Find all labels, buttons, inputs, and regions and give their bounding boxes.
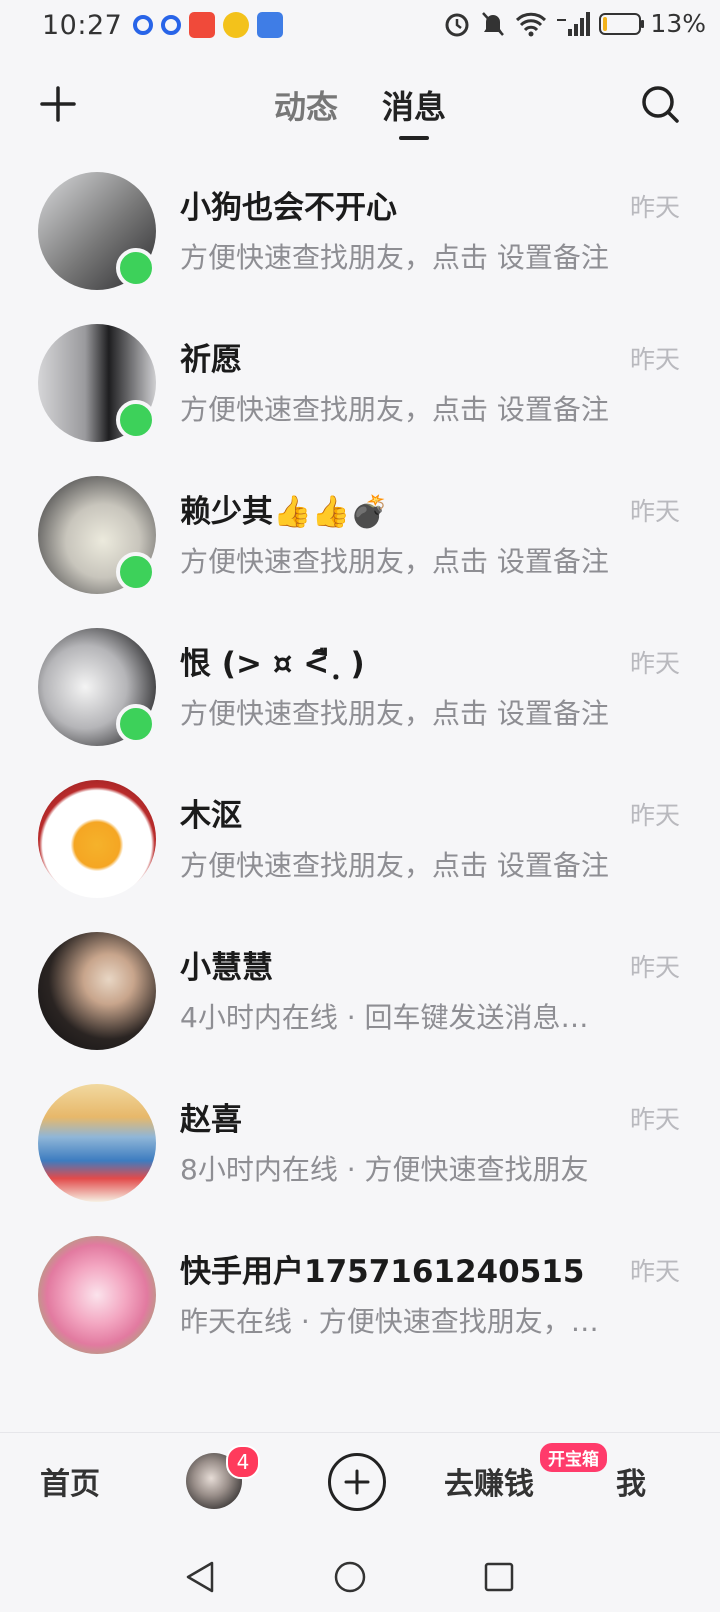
tab-bar: 动态 消息	[0, 82, 720, 140]
message-time: 昨天	[629, 193, 680, 222]
message-preview: 方便快速查找朋友，点击 设置备注	[180, 545, 609, 578]
avatar[interactable]	[38, 1084, 156, 1202]
system-status-icons: 13%	[443, 9, 706, 38]
message-preview: 4小时内在线 · 回车键发送消息…	[180, 1001, 589, 1034]
recents-icon[interactable]	[483, 1561, 515, 1593]
alarm-icon	[445, 13, 469, 36]
battery-level	[603, 16, 608, 31]
unread-badge: 4	[226, 1445, 260, 1479]
status-bar: 10:27 13%	[0, 0, 720, 56]
conversation-row[interactable]: 小慧慧 昨天 4小时内在线 · 回车键发送消息…	[0, 912, 720, 1064]
conversation-row[interactable]: 恨 (> ¤ <ื ฺ ) 昨天 方便快速查找朋友，点击 设置备注	[0, 608, 720, 760]
contact-name: 赵喜	[180, 1102, 242, 1138]
nav-home[interactable]: 首页	[40, 1459, 100, 1503]
tab-feed[interactable]: 动态	[274, 82, 338, 140]
online-indicator	[116, 248, 156, 288]
app-notification-icon	[189, 12, 215, 38]
battery-percent: 13%	[650, 9, 706, 38]
app-notification-icon	[257, 12, 283, 38]
signal-5g-icon	[557, 11, 591, 36]
avatar[interactable]	[38, 1236, 156, 1354]
message-time: 昨天	[629, 345, 680, 374]
conversation-row[interactable]: 快手用户1757161240515 昨天 昨天在线 · 方便快速查找朋友，…	[0, 1216, 720, 1368]
online-indicator	[116, 552, 156, 592]
avatar[interactable]	[38, 932, 156, 1050]
message-time: 昨天	[629, 1105, 680, 1134]
top-bar: 动态 消息	[0, 70, 720, 140]
contact-name: 赖少其👍👍💣	[180, 494, 389, 530]
message-time: 昨天	[629, 649, 680, 678]
message-preview: 方便快速查找朋友，点击 设置备注	[180, 241, 609, 274]
message-time: 昨天	[629, 801, 680, 830]
conversation-row[interactable]: 赵喜 昨天 8小时内在线 · 方便快速查找朋友	[0, 1064, 720, 1216]
message-preview: 8小时内在线 · 方便快速查找朋友	[180, 1153, 589, 1186]
treasure-chest-badge[interactable]: 开宝箱	[540, 1443, 607, 1472]
message-time: 昨天	[629, 497, 680, 526]
contact-name: 小狗也会不开心	[180, 190, 397, 226]
app-notification-icon	[133, 15, 153, 35]
status-time: 10:27	[42, 10, 123, 41]
notification-icons	[133, 12, 283, 38]
conversation-row[interactable]: 木沤 昨天 方便快速查找朋友，点击 设置备注	[0, 760, 720, 912]
search-icon[interactable]	[640, 84, 680, 124]
message-preview: 方便快速查找朋友，点击 设置备注	[180, 697, 609, 730]
plus-icon	[344, 1469, 370, 1495]
app-notification-icon	[161, 15, 181, 35]
back-icon[interactable]	[184, 1560, 216, 1594]
contact-name: 小慧慧	[180, 950, 273, 986]
contact-name: 恨 (> ¤ <ื ฺ )	[180, 646, 365, 682]
tab-messages[interactable]: 消息	[382, 82, 446, 140]
contact-name: 快手用户1757161240515	[180, 1254, 585, 1290]
app-notification-icon	[223, 12, 249, 38]
online-indicator	[116, 704, 156, 744]
wifi-icon	[516, 12, 547, 36]
conversation-row[interactable]: 祈愿 昨天 方便快速查找朋友，点击 设置备注	[0, 304, 720, 456]
create-button[interactable]	[328, 1453, 386, 1511]
message-time: 昨天	[629, 1257, 680, 1286]
message-preview: 方便快速查找朋友，点击 设置备注	[180, 849, 609, 882]
message-preview: 方便快速查找朋友，点击 设置备注	[180, 393, 609, 426]
home-icon[interactable]	[333, 1560, 367, 1594]
avatar[interactable]	[38, 780, 156, 898]
message-time: 昨天	[629, 953, 680, 982]
nav-earn[interactable]: 去赚钱	[444, 1459, 534, 1503]
nav-me[interactable]: 我	[616, 1459, 646, 1503]
system-nav-bar	[0, 1534, 720, 1612]
contact-name: 木沤	[180, 798, 242, 834]
battery-icon	[599, 12, 645, 35]
message-preview: 昨天在线 · 方便快速查找朋友，…	[180, 1305, 599, 1338]
bottom-nav: 首页 4 去赚钱 开宝箱 我	[0, 1432, 720, 1533]
contact-name: 祈愿	[180, 342, 242, 378]
conversation-list: 小狗也会不开心 昨天 方便快速查找朋友，点击 设置备注 祈愿 昨天 方便快速查找…	[0, 152, 720, 1368]
online-indicator	[116, 400, 156, 440]
conversation-row[interactable]: 赖少其👍👍💣 昨天 方便快速查找朋友，点击 设置备注	[0, 456, 720, 608]
conversation-row[interactable]: 小狗也会不开心 昨天 方便快速查找朋友，点击 设置备注	[0, 152, 720, 304]
mute-icon	[482, 11, 505, 36]
